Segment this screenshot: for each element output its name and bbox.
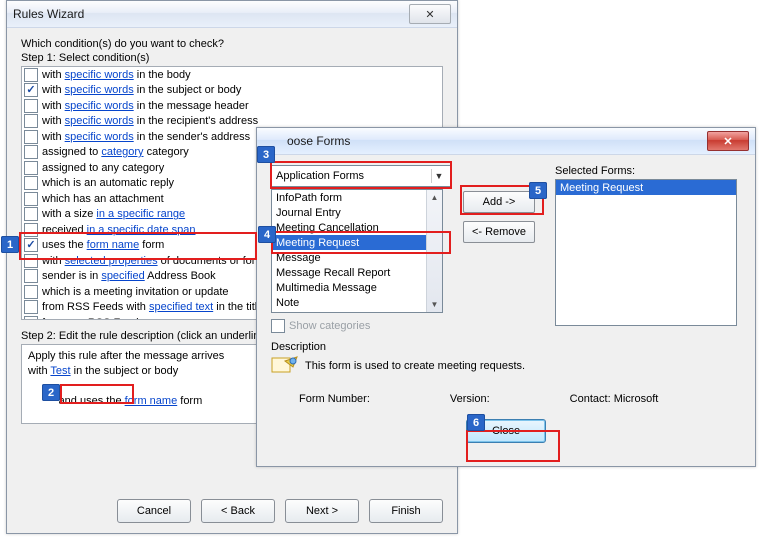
window-title: Rules Wizard [13,7,409,21]
condition-link[interactable]: specific words [65,131,134,143]
condition-checkbox[interactable] [24,192,38,206]
condition-link[interactable]: specified text [149,301,213,313]
callout-5: 5 [529,182,547,199]
callout-1: 1 [1,236,19,253]
condition-link[interactable]: in a specific range [96,208,185,220]
condition-row[interactable]: with specific words in the body [22,67,442,83]
condition-checkbox[interactable] [24,300,38,314]
condition-link[interactable]: specific words [65,100,134,112]
form-icon [271,355,299,377]
callout-3: 3 [257,146,275,163]
scroll-up-icon[interactable]: ▲ [427,190,442,205]
forms-listbox[interactable]: InfoPath formJournal EntryMeeting Cancel… [271,189,443,313]
condition-checkbox[interactable] [24,285,38,299]
titlebar: Rules Wizard ✕ [7,1,457,28]
chevron-down-icon[interactable]: ▼ [431,169,446,183]
contact-value: Microsoft [614,393,659,405]
form-number-label: Form Number: [299,393,370,405]
question-label: Which condition(s) do you want to check? [21,38,443,50]
scrollbar[interactable]: ▲ ▼ [426,190,442,312]
selected-form-item[interactable]: Meeting Request [556,180,736,195]
description-label: Description [271,341,741,353]
next-button[interactable]: Next > [285,499,359,523]
condition-checkbox[interactable] [24,114,38,128]
choose-close-icon[interactable]: ✕ [707,131,749,151]
remove-button[interactable]: <- Remove [463,221,535,243]
condition-checkbox[interactable] [24,99,38,113]
version-label: Version: [450,393,490,405]
callout-6: 6 [467,414,485,431]
condition-link[interactable]: specified [101,270,144,282]
look-in-combo[interactable]: Application Forms ▼ [271,165,451,187]
contact-label: Contact: [570,393,611,405]
condition-link[interactable]: selected properties [65,255,158,267]
condition-row[interactable]: with specific words in the subject or bo… [22,83,442,99]
form-list-item[interactable]: InfoPath form [272,190,442,205]
desc-link-test[interactable]: Test [50,365,70,377]
condition-checkbox[interactable] [24,130,38,144]
condition-checkbox[interactable] [24,238,38,252]
form-list-item[interactable]: Multimedia Message [272,280,442,295]
back-button[interactable]: < Back [201,499,275,523]
form-list-item[interactable]: Meeting Request [272,235,442,250]
condition-checkbox[interactable] [24,207,38,221]
form-list-item[interactable]: Meeting Cancellation [272,220,442,235]
condition-checkbox[interactable] [24,254,38,268]
condition-link[interactable]: specific words [65,84,134,96]
choose-titlebar: oose Forms ✕ [257,128,755,155]
form-list-item[interactable]: Message [272,250,442,265]
description-text: This form is used to create meeting requ… [305,360,525,372]
close-icon[interactable]: ✕ [409,4,451,24]
condition-checkbox[interactable] [24,145,38,159]
condition-link[interactable]: in a specific date span [87,224,196,236]
form-list-item[interactable]: Journal Entry [272,205,442,220]
add-button[interactable]: Add -> [463,191,535,213]
condition-row[interactable]: with specific words in the message heade… [22,98,442,114]
condition-checkbox[interactable] [24,269,38,283]
condition-link[interactable]: category [101,146,143,158]
show-categories-checkbox[interactable] [271,319,285,333]
selected-forms-listbox[interactable]: Meeting Request [555,179,737,326]
cancel-button[interactable]: Cancel [117,499,191,523]
wizard-button-row: Cancel < Back Next > Finish [7,491,457,533]
condition-link[interactable]: specific words [65,69,134,81]
condition-checkbox[interactable] [24,316,38,320]
condition-checkbox[interactable] [24,83,38,97]
show-categories-label: Show categories [289,320,370,332]
condition-link[interactable]: specific words [65,115,134,127]
step1-label: Step 1: Select condition(s) [21,52,443,64]
condition-checkbox[interactable] [24,176,38,190]
form-list-item[interactable]: Message Recall Report [272,265,442,280]
finish-button[interactable]: Finish [369,499,443,523]
condition-link[interactable]: form name [87,239,140,251]
condition-checkbox[interactable] [24,223,38,237]
combo-value: Application Forms [276,170,364,182]
choose-title: oose Forms [263,134,707,148]
form-list-item[interactable]: Note [272,295,442,310]
scroll-down-icon[interactable]: ▼ [427,297,442,312]
condition-checkbox[interactable] [24,161,38,175]
choose-forms-window: oose Forms ✕ Application Forms ▼ InfoPat… [256,127,756,467]
callout-2: 2 [42,384,60,401]
desc-link-formname[interactable]: form name [125,395,178,407]
selected-forms-label: Selected Forms: [555,165,741,177]
callout-4: 4 [258,226,276,243]
condition-checkbox[interactable] [24,68,38,82]
